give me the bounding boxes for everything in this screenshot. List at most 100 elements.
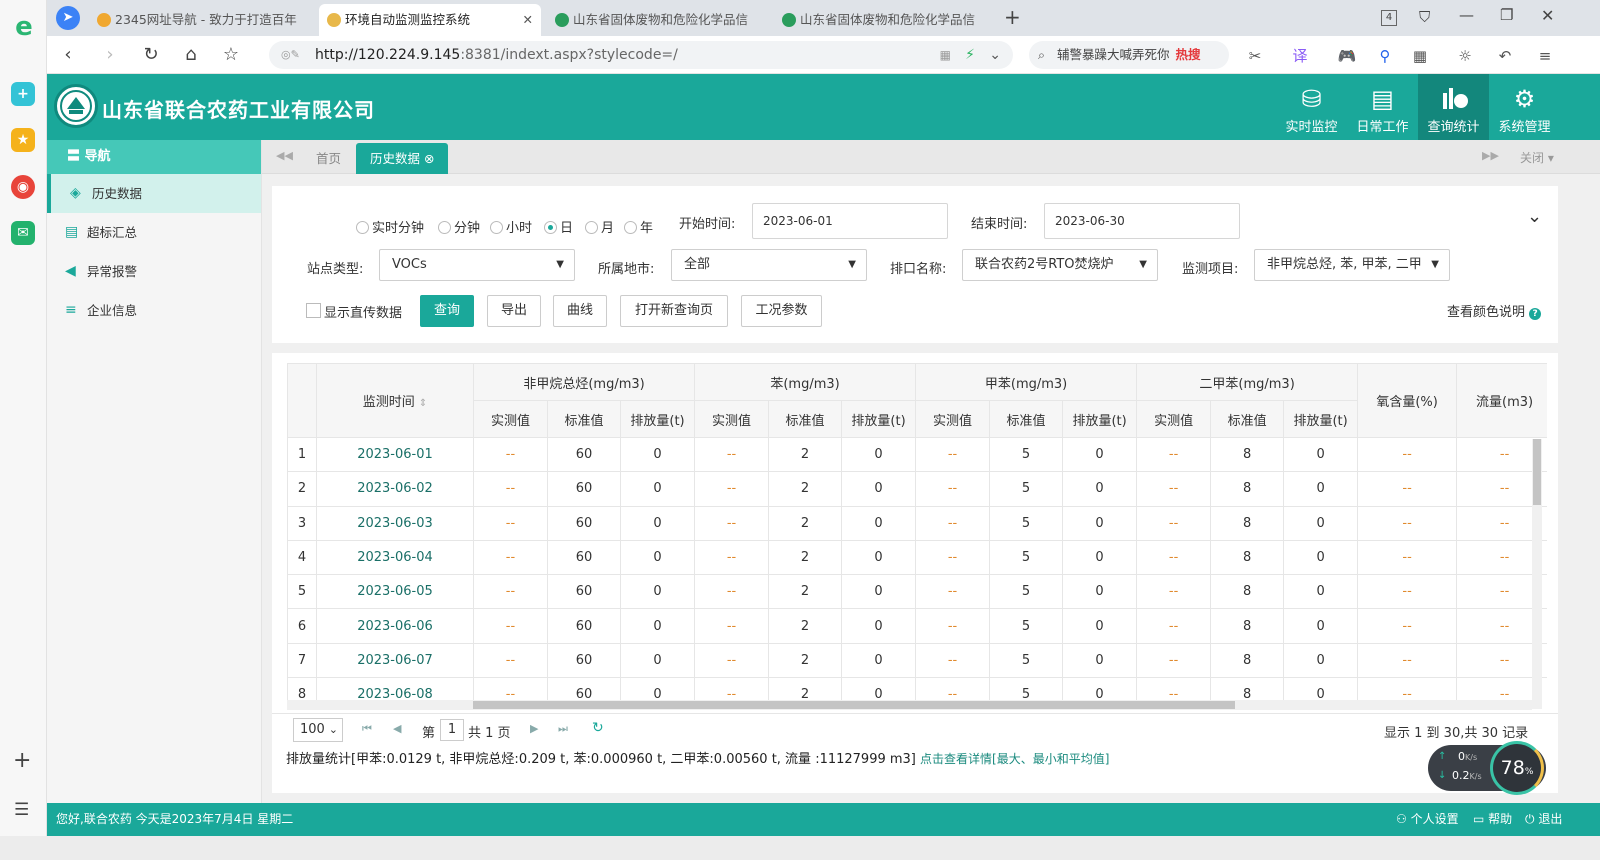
help-link[interactable]: ▭ 帮助 xyxy=(1473,803,1512,836)
nav-system-admin[interactable]: ⚙ 系统管理 xyxy=(1489,74,1560,140)
weibo-icon[interactable]: ◉ xyxy=(11,175,35,199)
add-icon[interactable]: + xyxy=(13,748,31,773)
start-time-input[interactable]: 2023-06-01 xyxy=(752,203,948,239)
radio-year[interactable]: 年 xyxy=(624,217,653,236)
tab-count-badge[interactable]: 4 xyxy=(1381,10,1397,26)
show-direct-checkbox[interactable] xyxy=(306,303,321,318)
horizontal-scrollbar[interactable] xyxy=(287,700,1532,710)
sidebar-item-history-data[interactable]: ◈ 历史数据 xyxy=(47,174,261,213)
more-menu-icon[interactable]: ≡ xyxy=(1535,46,1555,66)
refresh-icon[interactable]: ↻ xyxy=(592,720,604,736)
monitor-time-cell: 2023-06-03 xyxy=(316,505,474,541)
shirt-skin-icon[interactable]: ⛉ xyxy=(1419,8,1430,26)
value-cell: 8 xyxy=(1210,505,1285,541)
end-time-input[interactable]: 2023-06-30 xyxy=(1044,203,1240,239)
magnifier-icon[interactable]: ⚲ xyxy=(1375,46,1395,66)
nav-daily-work[interactable]: ▤ 日常工作 xyxy=(1347,74,1418,140)
vertical-scroll-thumb[interactable] xyxy=(1533,439,1541,505)
radio-hour[interactable]: 小时 xyxy=(490,217,532,236)
mail-icon[interactable]: ✉ xyxy=(11,221,35,245)
navigation-arrow-icon[interactable]: ➤ xyxy=(56,6,80,30)
menu-list-icon[interactable]: ☰ xyxy=(14,800,29,820)
radio-day[interactable]: 日 xyxy=(544,217,573,236)
sidebar-item-alarm[interactable]: ◀ 异常报警 xyxy=(47,252,261,291)
minimize-icon[interactable]: — xyxy=(1459,6,1474,24)
radio-month[interactable]: 月 xyxy=(585,217,614,236)
vertical-scrollbar[interactable] xyxy=(1532,439,1542,709)
bookmark-star-icon[interactable]: ☆ xyxy=(220,44,242,66)
value-cell: -- xyxy=(1136,642,1212,679)
memory-gauge[interactable]: 78% xyxy=(1490,741,1544,795)
last-page-icon[interactable]: ⏭ xyxy=(558,722,568,736)
radio-realtime-minute[interactable]: 实时分钟 xyxy=(356,217,424,236)
browser-tab[interactable]: 山东省固体废物和危险化学品信 xyxy=(774,4,999,36)
outlet-select[interactable]: 联合农药2号RTO焚烧炉 ▼ xyxy=(962,249,1158,281)
page-number-input[interactable]: 1 xyxy=(440,719,464,741)
table-row[interactable]: 1 2023-06-01 -- 60 0 -- 2 0 -- 5 0 -- 8 0 -- -- xyxy=(287,436,1547,473)
query-button[interactable]: 查询 xyxy=(420,295,474,327)
new-tab-icon[interactable]: + xyxy=(1004,5,1021,29)
game-icon[interactable]: 🎮 xyxy=(1337,46,1357,66)
star-app-icon[interactable]: ★ xyxy=(11,128,35,152)
close-tabs-menu[interactable]: 关闭 ▾ xyxy=(1520,149,1554,166)
close-tab-icon[interactable]: ⊗ xyxy=(424,151,434,166)
browser-search-box[interactable]: ⌕ 辅警暴躁大喊弄死你 热搜 xyxy=(1029,41,1229,69)
table-row[interactable]: 7 2023-06-07 -- 60 0 -- 2 0 -- 5 0 -- 8 0 -- -- xyxy=(287,642,1547,679)
table-row[interactable]: 5 2023-06-05 -- 60 0 -- 2 0 -- 5 0 -- 8 0 -- -- xyxy=(287,574,1547,610)
city-select[interactable]: 全部 ▼ xyxy=(671,249,867,281)
browser-tab-active[interactable]: 环境自动监测监控系统 ✕ xyxy=(319,4,541,36)
close-tab-icon[interactable]: ✕ xyxy=(523,4,533,36)
table-row[interactable]: 3 2023-06-03 -- 60 0 -- 2 0 -- 5 0 -- 8 0 -- -- xyxy=(287,505,1547,541)
personal-settings-link[interactable]: ⚇ 个人设置 xyxy=(1396,803,1459,836)
home-icon[interactable]: ⌂ xyxy=(180,44,202,66)
tab-home[interactable]: 首页 xyxy=(302,143,355,174)
first-page-icon[interactable]: ⏮ xyxy=(362,722,372,736)
reload-icon[interactable]: ↻ xyxy=(140,44,162,66)
tabs-scroll-right-icon[interactable]: ▶▶ xyxy=(1482,149,1499,162)
monitor-item-select[interactable]: 非甲烷总烃, 苯, 甲苯, 二甲 ▼ xyxy=(1254,249,1450,281)
url-field[interactable]: ◎✎ http://120.224.9.145:8381/indext.aspx… xyxy=(269,41,1013,69)
restore-icon[interactable]: ❐ xyxy=(1500,6,1513,24)
back-icon[interactable]: ‹ xyxy=(57,44,79,66)
stats-detail-link[interactable]: 点击查看详情[最大、最小和平均值] xyxy=(920,752,1109,766)
collapse-chevron-icon[interactable]: ⌄ xyxy=(1527,206,1542,227)
lightning-icon[interactable]: ⚡ xyxy=(965,41,975,69)
sidebar-item-over-limit[interactable]: ▤ 超标汇总 xyxy=(47,213,261,252)
qr-code-icon[interactable]: ▦ xyxy=(940,41,951,69)
tabs-scroll-left-icon[interactable]: ◀◀ xyxy=(276,149,293,162)
browser-tab[interactable]: 2345网址导航 - 致力于打造百年 xyxy=(89,4,314,36)
page-size-select[interactable]: 100 ⌄ xyxy=(293,718,343,742)
tab-history-data[interactable]: 历史数据 ⊗ xyxy=(356,143,449,174)
plus-app-icon[interactable]: + xyxy=(11,82,35,106)
radio-minute[interactable]: 分钟 xyxy=(438,217,480,236)
monitor-time-header[interactable]: 监测时间 ⇕ xyxy=(316,363,474,438)
scissors-icon[interactable]: ✂ xyxy=(1245,46,1265,66)
value-cell: -- xyxy=(694,574,770,610)
apps-grid-icon[interactable]: ▦ xyxy=(1410,46,1430,66)
network-speed-widget[interactable]: ↑ 0K/s ↓ 0.2K/s 78% xyxy=(1428,741,1546,795)
export-button[interactable]: 导出 xyxy=(487,295,541,327)
open-new-query-button[interactable]: 打开新查询页 xyxy=(620,295,728,327)
table-row[interactable]: 2 2023-06-02 -- 60 0 -- 2 0 -- 5 0 -- 8 0 -- -- xyxy=(287,471,1547,507)
operating-params-button[interactable]: 工况参数 xyxy=(741,295,822,327)
prev-page-icon[interactable]: ◀ xyxy=(393,722,401,735)
nav-query-statistics[interactable]: 查询统计 xyxy=(1418,74,1489,140)
dropdown-chevron-icon[interactable]: ⌄ xyxy=(989,41,1001,69)
table-row[interactable]: 6 2023-06-06 -- 60 0 -- 2 0 -- 5 0 -- 8 0 -- -- xyxy=(287,608,1547,644)
browser-tab[interactable]: 山东省固体废物和危险化学品信 xyxy=(547,4,767,36)
logout-link[interactable]: ⏻ 退出 xyxy=(1525,803,1562,836)
station-type-select[interactable]: VOCs ▼ xyxy=(379,249,575,281)
browser-logo-icon[interactable]: e xyxy=(11,14,37,40)
curve-button[interactable]: 曲线 xyxy=(553,295,607,327)
brightness-icon[interactable]: ☼ xyxy=(1455,46,1475,66)
next-page-icon[interactable]: ▶ xyxy=(530,722,538,735)
sidebar-item-company-info[interactable]: ≡ 企业信息 xyxy=(47,291,261,330)
nav-realtime-monitor[interactable]: ⛁ 实时监控 xyxy=(1276,74,1347,140)
horizontal-scroll-thumb[interactable] xyxy=(473,701,1235,709)
close-window-icon[interactable]: ✕ xyxy=(1541,6,1554,25)
undo-icon[interactable]: ↶ xyxy=(1495,46,1515,66)
table-row[interactable]: 4 2023-06-04 -- 60 0 -- 2 0 -- 5 0 -- 8 0 -- -- xyxy=(287,539,1547,576)
color-help-link[interactable]: 查看颜色说明 ? xyxy=(1447,301,1542,320)
forward-icon[interactable]: › xyxy=(99,44,121,66)
translate-icon[interactable]: 译 xyxy=(1290,46,1310,66)
